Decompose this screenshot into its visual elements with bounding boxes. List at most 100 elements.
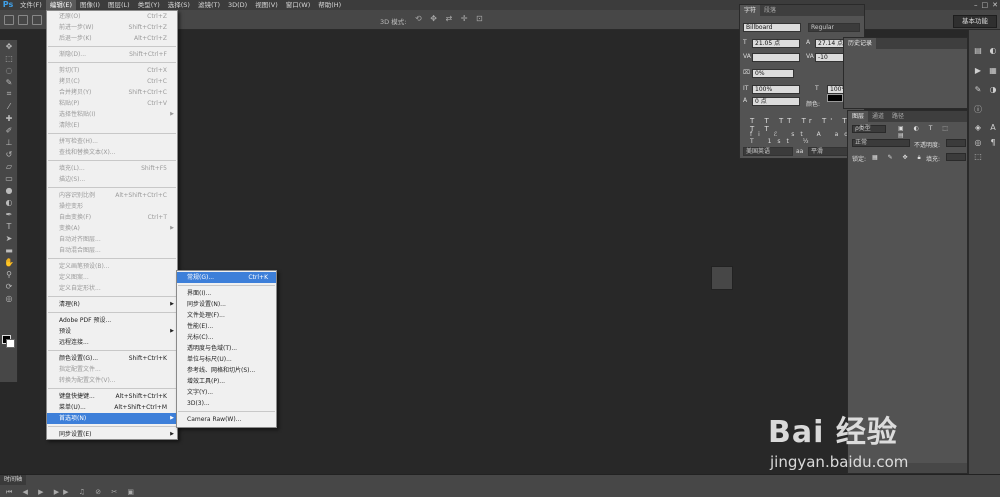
edit-menu-item[interactable]: 拷贝(C) Ctrl+C xyxy=(47,76,177,87)
edit-menu-item[interactable]: 定义自定形状... xyxy=(47,283,177,294)
blur-tool-icon[interactable]: ● xyxy=(0,184,18,196)
pen-tool-icon[interactable]: ✒ xyxy=(0,208,18,220)
channels-icon[interactable]: ◎ xyxy=(972,138,984,148)
scale-field[interactable]: 0% xyxy=(752,69,794,78)
menu-3[interactable]: 图层(L) xyxy=(104,0,134,10)
adjustments-icon[interactable]: ◑ xyxy=(987,85,999,95)
edit-menu-item[interactable]: 渐隐(D)... Shift+Ctrl+F xyxy=(47,49,177,60)
brush-tool-icon[interactable]: ✐ xyxy=(0,124,18,136)
quick-select-tool-icon[interactable]: ✎ xyxy=(0,76,18,88)
edit-menu-item[interactable]: 同步设置(E) ▶ xyxy=(47,429,177,440)
preferences-menu-item[interactable]: 光标(C)... xyxy=(177,332,276,343)
edit-menu-item[interactable]: 拼写检查(H)... xyxy=(47,136,177,147)
edit-menu-item[interactable]: Adobe PDF 预设... xyxy=(47,315,177,326)
layers-icon[interactable]: ◈ xyxy=(972,123,984,133)
paragraph-icon[interactable]: ¶ xyxy=(987,138,999,148)
edit-menu-item[interactable]: 内容识别比例 Alt+Shift+Ctrl+C xyxy=(47,190,177,201)
marquee-tool-icon[interactable]: ⬚ xyxy=(0,52,18,64)
edit-menu-item[interactable]: 剪切(T) Ctrl+X xyxy=(47,65,177,76)
color-icon[interactable]: ◐ xyxy=(987,46,999,56)
edit-menu-item[interactable]: 定义图案... xyxy=(47,272,177,283)
layer-kind-filter[interactable]: ρ类型 xyxy=(852,125,886,133)
edit-menu-item[interactable]: 查找和替换文本(X)... xyxy=(47,147,177,158)
tab-paths[interactable]: 路径 xyxy=(888,111,908,122)
preferences-menu-item[interactable]: 常规(G)... Ctrl+K xyxy=(177,272,276,283)
edit-menu-item[interactable]: 填充(L)... Shift+F5 xyxy=(47,163,177,174)
close-icon[interactable]: ✕ xyxy=(992,0,998,10)
menu-7[interactable]: 3D(D) xyxy=(224,0,251,10)
swatches-icon[interactable]: ▦ xyxy=(987,66,999,76)
3d-camera-tool-icon[interactable]: ◎ xyxy=(0,292,18,304)
distribute-icon[interactable] xyxy=(32,14,42,25)
preferences-menu-item[interactable]: 文件处理(F)... xyxy=(177,310,276,321)
menu-4[interactable]: 类型(Y) xyxy=(134,0,164,10)
preferences-menu-item[interactable]: 同步设置(N)... xyxy=(177,299,276,310)
tab-layers[interactable]: 图层 xyxy=(848,111,869,122)
background-color-swatch[interactable] xyxy=(6,339,15,348)
edit-menu-item[interactable]: 还原(O) Ctrl+Z xyxy=(47,11,177,22)
actions-icon[interactable]: ▶ xyxy=(972,66,984,76)
3d-mode-icons[interactable]: ⟲ ✥ ⇄ ✛ ⊡ xyxy=(415,14,486,23)
align-icon[interactable] xyxy=(18,14,28,25)
preferences-menu-item[interactable]: 3D(3)... xyxy=(177,398,276,409)
hand-tool-icon[interactable]: ✋ xyxy=(0,256,18,268)
font-family-select[interactable]: Billboard xyxy=(743,23,801,32)
shape-tool-icon[interactable]: ▬ xyxy=(0,244,18,256)
edit-menu-item[interactable]: 远程连接... xyxy=(47,337,177,348)
tab-history[interactable]: 历史记录 xyxy=(844,38,877,49)
menu-0[interactable]: 文件(F) xyxy=(16,0,46,10)
paths-icon[interactable]: ⬚ xyxy=(972,152,984,162)
preferences-menu-item[interactable]: 单位与标尺(U)... xyxy=(177,354,276,365)
dodge-tool-icon[interactable]: ◐ xyxy=(0,196,18,208)
lasso-tool-icon[interactable]: ◌ xyxy=(0,64,18,76)
collapsed-panel-icon[interactable] xyxy=(711,266,733,290)
edit-menu-item[interactable]: 选择性粘贴(I) ▶ xyxy=(47,109,177,120)
preferences-menu-item[interactable]: 透明度与色域(T)... xyxy=(177,343,276,354)
layer-filter-icons[interactable]: ▣ ◐ T ⬚ ▤ xyxy=(898,125,967,139)
language-select[interactable]: 美国英语 xyxy=(743,147,793,156)
character-icon[interactable]: A xyxy=(987,123,999,133)
edit-menu-item[interactable]: 自动混合图层... xyxy=(47,245,177,256)
edit-menu-item[interactable]: 前进一步(W) Shift+Ctrl+Z xyxy=(47,22,177,33)
edit-menu-item[interactable]: 自动对齐图层... xyxy=(47,234,177,245)
edit-menu-item[interactable]: 操控变形 xyxy=(47,201,177,212)
menu-1[interactable]: 编辑(E) xyxy=(45,0,76,10)
edit-menu-item[interactable]: 合并拷贝(Y) Shift+Ctrl+C xyxy=(47,87,177,98)
edit-menu-item[interactable]: 菜单(U)... Alt+Shift+Ctrl+M xyxy=(47,402,177,413)
edit-menu-item[interactable]: 清除(E) xyxy=(47,120,177,131)
menu-2[interactable]: 图像(I) xyxy=(76,0,104,10)
edit-menu-item[interactable]: 粘贴(P) Ctrl+V xyxy=(47,98,177,109)
lock-icons[interactable]: ▦ ✎ ✥ 🔒︎ xyxy=(872,154,925,162)
edit-menu-item[interactable]: 键盘快捷键... Alt+Shift+Ctrl+K xyxy=(47,391,177,402)
tab-paragraph[interactable]: 段落 xyxy=(760,5,780,16)
tab-channels[interactable]: 通道 xyxy=(868,111,888,122)
vertical-scale-field[interactable]: 100% xyxy=(752,85,800,94)
preferences-menu-item[interactable]: 增效工具(P)... xyxy=(177,376,276,387)
zoom-tool-icon[interactable]: ⚲ xyxy=(0,268,18,280)
blend-mode-select[interactable]: 正常 xyxy=(852,139,910,147)
edit-menu-item[interactable]: 后退一步(K) Alt+Ctrl+Z xyxy=(47,33,177,44)
workspace-switcher-button[interactable]: 基本功能 xyxy=(953,15,997,28)
fill-field[interactable] xyxy=(946,153,966,161)
text-color-swatch[interactable] xyxy=(827,94,843,102)
font-style-select[interactable]: Regular xyxy=(808,23,860,32)
timeline-tab[interactable]: 时间轴 xyxy=(0,475,27,485)
preferences-menu-item[interactable]: 性能(E)... xyxy=(177,321,276,332)
opacity-field[interactable] xyxy=(946,139,966,147)
menu-9[interactable]: 窗口(W) xyxy=(282,0,315,10)
edit-menu-item[interactable]: 颜色设置(G)... Shift+Ctrl+K xyxy=(47,353,177,364)
menu-8[interactable]: 视图(V) xyxy=(251,0,282,10)
font-size-field[interactable]: 21.05 点 xyxy=(752,39,800,48)
preferences-menu-item[interactable]: Camera Raw(W)... xyxy=(177,414,276,425)
3d-rotate-tool-icon[interactable]: ⟳ xyxy=(0,280,18,292)
history-brush-tool-icon[interactable]: ↺ xyxy=(0,148,18,160)
tool-preset-icon[interactable] xyxy=(4,14,14,25)
eyedropper-tool-icon[interactable]: ⁄ xyxy=(0,100,18,112)
clone-stamp-tool-icon[interactable]: ⊥ xyxy=(0,136,18,148)
menu-5[interactable]: 选择(S) xyxy=(164,0,194,10)
baseline-field[interactable]: 0 点 xyxy=(752,97,800,106)
edit-menu-item[interactable]: 转换为配置文件(V)... xyxy=(47,375,177,386)
edit-menu-item[interactable]: 变换(A) ▶ xyxy=(47,223,177,234)
preferences-menu-item[interactable]: 文字(Y)... xyxy=(177,387,276,398)
move-tool-icon[interactable]: ✥ xyxy=(0,40,18,52)
